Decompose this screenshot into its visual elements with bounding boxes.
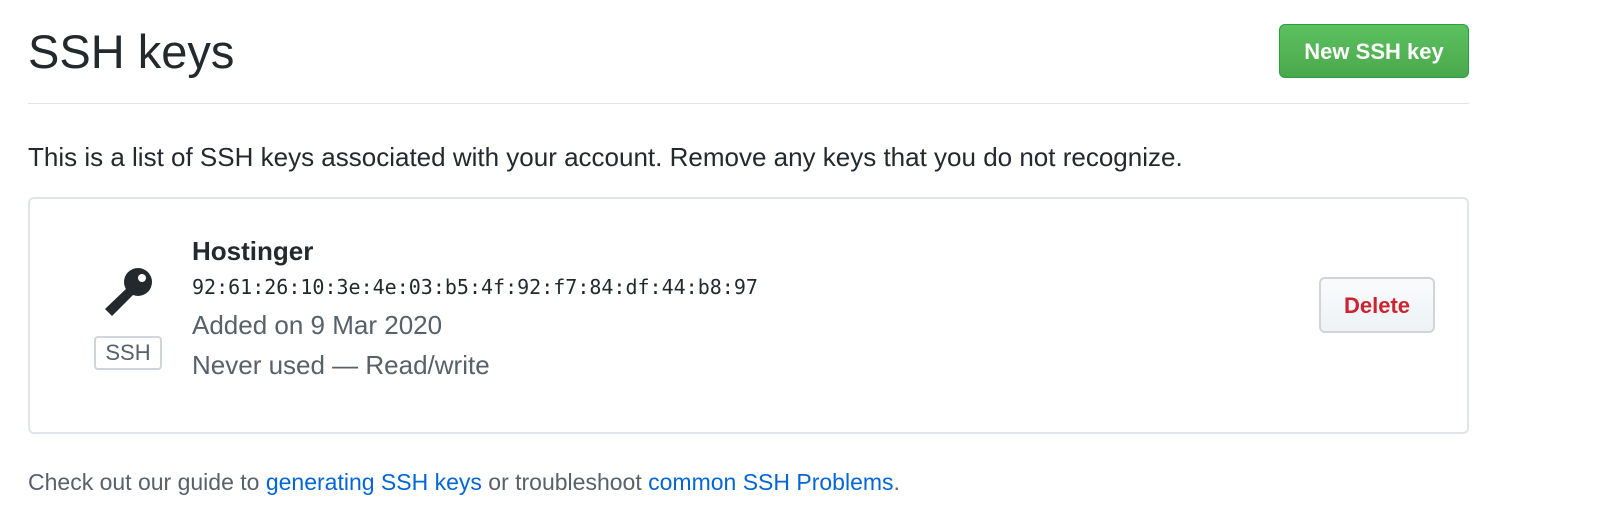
footer-prefix: Check out our guide to	[28, 469, 266, 495]
ssh-key-list: SSH Hostinger 92:61:26:10:3e:4e:03:b5:4f…	[28, 197, 1469, 434]
ssh-keys-page: SSH keys New SSH key This is a list of S…	[0, 0, 1600, 524]
delete-key-button[interactable]: Delete	[1319, 277, 1435, 333]
generating-ssh-keys-link[interactable]: generating SSH keys	[266, 469, 482, 495]
common-ssh-problems-link[interactable]: common SSH Problems	[648, 469, 893, 495]
page-title: SSH keys	[28, 25, 235, 78]
ssh-type-badge: SSH	[94, 336, 162, 370]
key-added-date: Added on 9 Mar 2020	[192, 310, 443, 340]
key-usage: Never used — Read/write	[192, 350, 490, 380]
key-details: Hostinger 92:61:26:10:3e:4e:03:b5:4f:92:…	[192, 233, 758, 383]
footer-help-text: Check out our guide to generating SSH ke…	[28, 466, 900, 498]
page-description: This is a list of SSH keys associated wi…	[28, 142, 1183, 172]
key-icon	[105, 268, 152, 316]
page-header: SSH keys New SSH key	[28, 0, 1469, 104]
footer-middle: or troubleshoot	[481, 469, 649, 495]
footer-suffix: .	[893, 469, 900, 495]
key-fingerprint: 92:61:26:10:3e:4e:03:b5:4f:92:f7:84:df:4…	[192, 275, 758, 299]
new-ssh-key-button[interactable]: New SSH key	[1279, 24, 1469, 78]
key-icon-column: SSH	[94, 263, 164, 373]
key-title: Hostinger	[192, 236, 314, 266]
